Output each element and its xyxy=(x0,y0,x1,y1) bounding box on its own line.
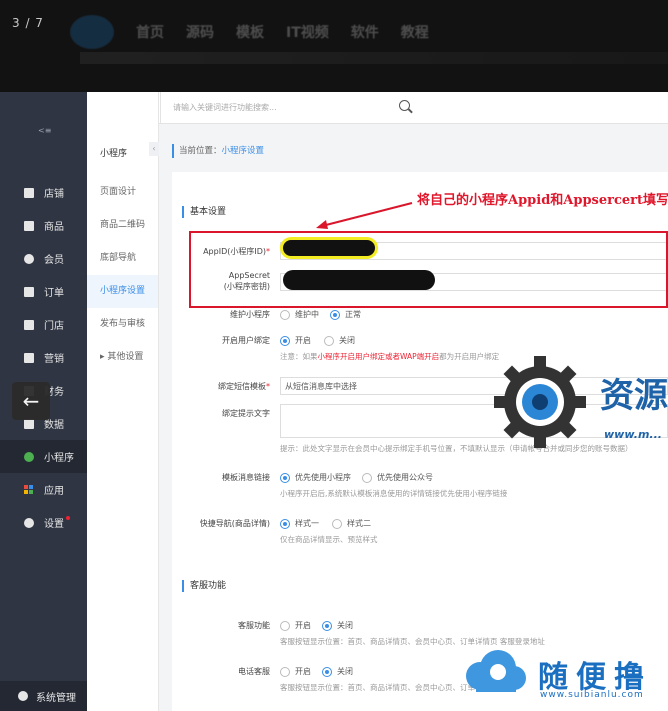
watermark-cloud-logo xyxy=(458,648,530,694)
watermark-brand-url: www.suibianlu.com xyxy=(540,690,644,700)
watermark-text: 资源 xyxy=(600,376,668,416)
annotation-callout: 将自己的小程序Appid和Appsercert填写完 xyxy=(417,193,668,208)
watermark-url: www.m... xyxy=(604,428,662,441)
gear-logo xyxy=(494,356,586,448)
cloud-icon xyxy=(466,650,526,692)
